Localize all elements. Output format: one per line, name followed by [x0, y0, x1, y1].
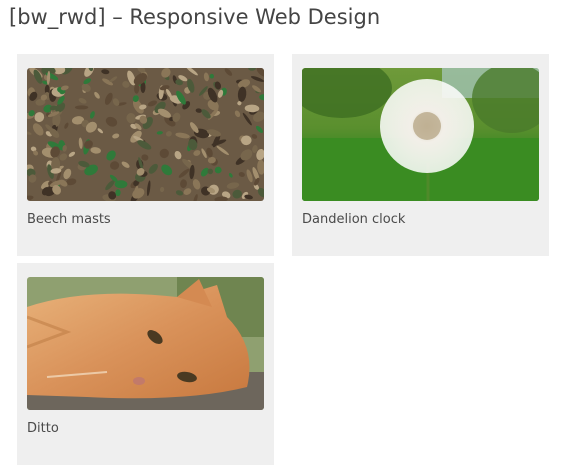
ditto-photo[interactable] [27, 277, 264, 410]
gallery-caption: Ditto [27, 421, 59, 436]
gallery-caption: Beech masts [27, 212, 111, 227]
gallery-card-ditto[interactable]: Ditto [17, 263, 274, 465]
gallery-card-dandelion-clock[interactable]: Dandelion clock [292, 54, 549, 256]
beech-masts-photo[interactable] [27, 68, 264, 201]
gallery-caption: Dandelion clock [302, 212, 406, 227]
dandelion-clock-photo[interactable] [302, 68, 539, 201]
page-title: [bw_rwd] – Responsive Web Design [9, 5, 381, 29]
gallery-card-beech-masts[interactable]: Beech masts [17, 54, 274, 256]
